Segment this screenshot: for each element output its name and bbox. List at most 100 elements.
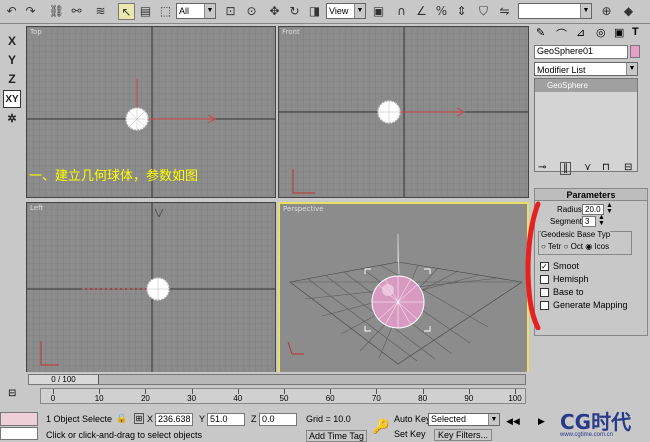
maxscript-mini-listener[interactable] — [0, 427, 38, 440]
undo-icon[interactable]: ↶ — [3, 3, 20, 20]
redo-icon[interactable]: ↷ — [22, 3, 39, 20]
grid-size: Grid = 10.0 — [306, 414, 351, 424]
status-prompt: Click or click-and-drag to select object… — [46, 430, 203, 440]
axis-x-button[interactable]: X — [3, 32, 21, 50]
base-octa-label: Oct — [570, 242, 584, 251]
time-slider-thumb[interactable]: 0 / 100 — [29, 375, 99, 384]
absolute-mode-icon[interactable]: ⊞ — [134, 413, 144, 424]
geosphere-front[interactable] — [377, 100, 401, 124]
axis-y-button[interactable]: Y — [3, 51, 21, 69]
select-object-icon[interactable]: ↖ — [118, 3, 135, 20]
pivot-center-icon[interactable]: ▣ — [370, 3, 387, 20]
viewport-front[interactable]: Front — [278, 26, 529, 198]
ref-coord-dropdown[interactable]: View ▼ — [326, 3, 366, 19]
viewport-label-top[interactable]: Top — [30, 28, 42, 36]
modify-tab-icon[interactable]: ⌒ — [556, 26, 567, 42]
spinner-snap-icon[interactable]: ⇕ — [453, 3, 470, 20]
y-coord-field[interactable]: 51.0 — [207, 413, 245, 426]
axis-xy-button[interactable]: XY — [3, 90, 21, 108]
z-coord-field[interactable]: 0.0 — [259, 413, 297, 426]
base-type-group: Geodesic Base Typ ○ Tetr ○ Oct ◉ Icos — [538, 230, 632, 255]
utilities-tab-icon[interactable]: T — [632, 26, 639, 38]
selection-filter-dropdown[interactable]: All ▼ — [176, 3, 216, 19]
add-time-tag-button[interactable]: Add Time Tag — [306, 430, 367, 442]
named-selection-icon[interactable]: ⛉ — [475, 3, 492, 20]
create-tab-icon[interactable]: ✎ — [536, 26, 545, 39]
motion-tab-icon[interactable]: ◎ — [596, 26, 606, 39]
segments-input[interactable]: 3 — [582, 216, 596, 227]
axis-z-button[interactable]: Z — [3, 70, 21, 88]
rectangular-selection-icon[interactable]: ⬚ — [157, 3, 174, 20]
snap-toggle-icon[interactable]: ∩ — [393, 3, 410, 20]
viewport-left[interactable]: Left — [26, 202, 276, 374]
auto-key-button[interactable]: Auto Key — [394, 414, 431, 424]
hemisphere-label: Hemisph — [553, 274, 589, 284]
gen-mapping-checkbox[interactable]: Generate Mapping — [540, 300, 628, 311]
select-move-icon[interactable]: ⊙ — [243, 3, 260, 20]
track-bar-icon[interactable]: ⊟ — [8, 388, 16, 399]
play-icon[interactable]: ▶ — [538, 416, 545, 427]
chevron-down-icon: ▼ — [354, 4, 365, 18]
geosphere-perspective[interactable] — [371, 275, 425, 329]
time-slider[interactable]: 0 / 100 — [28, 374, 526, 385]
select-by-name-icon[interactable]: ▤ — [137, 3, 154, 20]
parameters-rollout: Parameters Radius: 20.0 ▲ ▼ Segments: 3 ▲… — [534, 188, 648, 336]
base-icosa-radio[interactable]: ◉ Icos — [585, 242, 609, 251]
base-octa-radio[interactable]: ○ Oct — [564, 242, 584, 251]
layer-manager-icon[interactable]: ◆ — [620, 3, 637, 20]
viewport-top[interactable]: Top 一、建立几何球体，参数如图 — [26, 26, 276, 198]
viewport-label-front[interactable]: Front — [282, 28, 300, 36]
show-end-result-icon[interactable]: ∥ — [560, 162, 571, 175]
command-tabs: ✎ ⌒ ⊿ ◎ ▣ T — [534, 26, 648, 42]
base-to-pivot-checkbox[interactable]: Base to — [540, 287, 584, 298]
segments-spinner-icon[interactable]: ▲ ▼ — [598, 214, 605, 227]
radius-spinner-icon[interactable]: ▲ ▼ — [606, 202, 613, 215]
bind-space-warp-icon[interactable]: ≋ — [92, 3, 109, 20]
remove-modifier-icon[interactable]: ⊓ — [602, 162, 610, 173]
move-icon[interactable]: ✥ — [266, 3, 283, 20]
track-bar[interactable]: 0 10 20 30 40 50 60 70 80 90 100 — [40, 388, 526, 404]
percent-snap-icon[interactable]: % — [433, 3, 450, 20]
align-icon[interactable]: ⊕ — [598, 3, 615, 20]
rotate-icon[interactable]: ↻ — [286, 3, 303, 20]
hierarchy-tab-icon[interactable]: ⊿ — [576, 26, 585, 39]
link-icon[interactable]: ⛓ — [48, 3, 65, 20]
annotation-text: 一、建立几何球体，参数如图 — [29, 169, 199, 184]
selection-count: 1 Object Selecte — [46, 414, 113, 424]
angle-snap-icon[interactable]: ∠ — [413, 3, 430, 20]
smooth-checkbox[interactable]: ✓ Smoot — [540, 261, 579, 272]
named-selection-dropdown[interactable]: ▼ — [518, 3, 592, 19]
base-tetra-radio[interactable]: ○ Tetr — [541, 242, 561, 251]
key-icon[interactable]: 🔑 — [372, 418, 389, 435]
geosphere-left[interactable] — [146, 277, 170, 301]
key-mode-dropdown[interactable]: Selected ▼ — [428, 413, 500, 426]
track-tick-label: 20 — [140, 394, 150, 403]
pin-stack-icon[interactable]: ⊸ — [538, 162, 546, 173]
viewport-label-left[interactable]: Left — [30, 204, 43, 212]
viewport-label-perspective[interactable]: Perspective — [283, 205, 324, 213]
display-tab-icon[interactable]: ▣ — [614, 26, 624, 39]
snap-cycle-icon[interactable]: ✲ — [3, 110, 21, 128]
lock-selection-icon[interactable]: 🔒 — [116, 413, 127, 424]
prev-frame-icon[interactable]: ◀◀ — [506, 416, 520, 427]
maxscript-listener[interactable] — [0, 412, 38, 426]
base-type-title: Geodesic Base Typ — [541, 230, 611, 239]
x-coord-field[interactable]: 236.638 — [155, 413, 193, 426]
key-filters-button[interactable]: Key Filters... — [434, 429, 493, 441]
scale-icon[interactable]: ◨ — [306, 3, 323, 20]
viewport-perspective[interactable]: Perspective — [278, 202, 529, 374]
stack-item-geosphere[interactable]: GeoSphere — [535, 79, 637, 92]
hemisphere-checkbox[interactable]: Hemisph — [540, 274, 589, 285]
geosphere-top[interactable] — [125, 107, 149, 131]
object-name-field[interactable]: GeoSphere01 — [534, 45, 628, 59]
modifier-list-dropdown[interactable]: Modifier List ▼ — [534, 62, 638, 76]
unlink-icon[interactable]: ⚯ — [68, 3, 85, 20]
mirror-icon[interactable]: ⇋ — [496, 3, 513, 20]
track-tick-label: 60 — [325, 394, 335, 403]
window-crossing-icon[interactable]: ⊡ — [222, 3, 239, 20]
object-color-swatch[interactable] — [630, 45, 640, 58]
make-unique-icon[interactable]: ⋎ — [584, 162, 591, 173]
configure-sets-icon[interactable]: ⊟ — [624, 162, 632, 173]
rollout-title[interactable]: Parameters — [535, 189, 647, 201]
set-key-button[interactable]: Set Key — [394, 429, 426, 439]
